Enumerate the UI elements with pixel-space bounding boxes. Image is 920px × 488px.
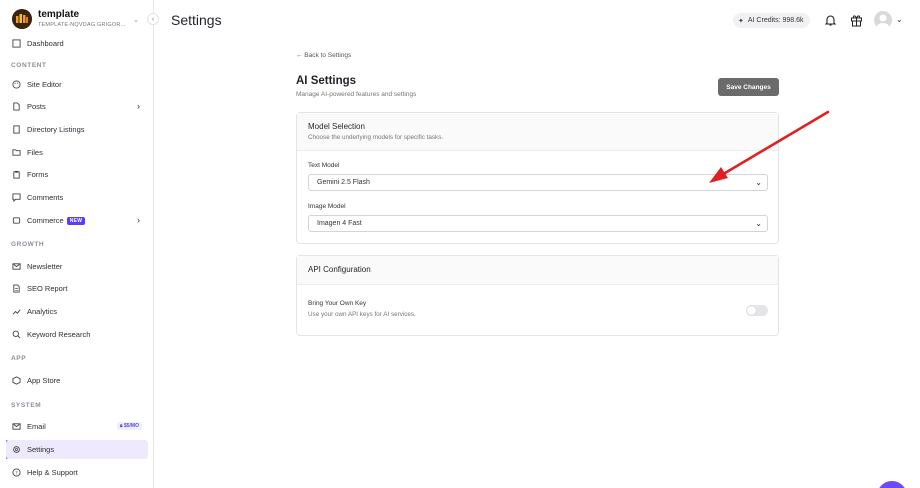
chevron-down-icon: ⌄ xyxy=(755,219,762,228)
sidebar: template TEMPLATE-NQVDAG.GRIGOR... ⌄ Das… xyxy=(0,0,154,488)
collapse-sidebar-button[interactable]: ‹ xyxy=(147,13,159,25)
byok-label: Bring Your Own Key xyxy=(308,300,367,307)
cart-icon xyxy=(12,216,21,225)
sidebar-item-label: Files xyxy=(27,148,43,157)
gift-icon[interactable] xyxy=(849,13,863,27)
book-icon xyxy=(12,125,21,134)
sidebar-item-label: Help & Support xyxy=(27,468,78,477)
sidebar-item-analytics[interactable]: Analytics xyxy=(6,302,148,321)
sidebar-item-label: Analytics xyxy=(27,307,58,316)
sidebar-item-newsletter[interactable]: Newsletter xyxy=(6,257,148,276)
price-badge-label: $5/MO xyxy=(123,423,139,429)
ai-credits-badge[interactable]: ✦ AI Credits: 998.6k xyxy=(733,13,810,28)
workspace-switcher[interactable]: template TEMPLATE-NQVDAG.GRIGOR... xyxy=(0,0,154,38)
chevron-right-icon: › xyxy=(137,101,140,111)
page-title: Settings xyxy=(171,12,222,28)
help-circle-icon: ? xyxy=(12,468,21,477)
price-badge: 🔒︎ $5/MO xyxy=(116,422,142,430)
report-icon xyxy=(12,284,21,293)
mail-icon xyxy=(12,422,21,431)
chevron-down-icon[interactable]: ⌄ xyxy=(896,15,903,24)
text-model-select[interactable]: Gemini 2.5 Flash ⌄ xyxy=(308,174,768,191)
clipboard-icon xyxy=(12,170,21,179)
sidebar-item-label: Comments xyxy=(27,193,64,202)
sidebar-item-label: SEO Report xyxy=(27,284,68,293)
sidebar-item-label: Forms xyxy=(27,170,49,179)
sidebar-item-help-support[interactable]: ? Help & Support xyxy=(6,463,148,482)
mail-icon xyxy=(12,262,21,271)
sidebar-item-settings[interactable]: Settings xyxy=(6,440,148,459)
back-to-settings-link[interactable]: ← Back to Settings xyxy=(296,52,351,59)
byok-toggle[interactable] xyxy=(746,305,768,316)
ai-credits-label: AI Credits: 998.6k xyxy=(747,17,804,24)
card-title: Model Selection xyxy=(308,122,365,131)
toggle-knob xyxy=(747,306,756,315)
chevron-down-icon: ⌄ xyxy=(133,17,139,24)
api-configuration-card: API Configuration Bring Your Own Key Use… xyxy=(296,255,779,336)
section-app: APP xyxy=(11,355,27,362)
gear-icon xyxy=(12,445,21,454)
card-description: Choose the underlying models for specifi… xyxy=(308,134,444,141)
section-title: AI Settings xyxy=(296,75,357,87)
workspace-name: template xyxy=(38,9,80,20)
sidebar-item-email[interactable]: Email 🔒︎ $5/MO xyxy=(6,417,148,436)
sidebar-item-label: Settings xyxy=(27,445,55,454)
card-title: API Configuration xyxy=(308,265,371,274)
save-changes-button[interactable]: Save Changes xyxy=(718,78,779,96)
chat-launcher-button[interactable] xyxy=(877,481,907,488)
magic-wand-icon: ✦ xyxy=(738,17,744,25)
section-content: CONTENT xyxy=(11,62,47,69)
bell-icon[interactable] xyxy=(823,13,837,27)
sidebar-item-site-editor[interactable]: Site Editor xyxy=(6,75,148,94)
sidebar-item-label: Directory Listings xyxy=(27,125,85,134)
chart-line-icon xyxy=(12,307,21,316)
sidebar-item-label: App Store xyxy=(27,376,61,385)
annotation-arrow-icon xyxy=(709,110,830,183)
sidebar-item-files[interactable]: Files xyxy=(6,143,148,162)
folder-icon xyxy=(12,148,21,157)
sidebar-item-label: Dashboard xyxy=(27,39,64,48)
sidebar-item-label: Newsletter xyxy=(27,262,63,271)
text-model-label: Text Model xyxy=(308,162,340,169)
card-header: API Configuration xyxy=(297,256,778,285)
sidebar-item-posts[interactable]: Posts › xyxy=(6,97,148,116)
sidebar-item-comments[interactable]: Comments xyxy=(6,188,148,207)
image-model-label: Image Model xyxy=(308,203,346,210)
workspace-domain: TEMPLATE-NQVDAG.GRIGOR... xyxy=(38,22,126,28)
search-icon xyxy=(12,330,21,339)
sidebar-item-commerce[interactable]: Commerce NEW › xyxy=(6,211,148,230)
sidebar-item-label: Commerce xyxy=(27,216,64,225)
new-badge: NEW xyxy=(66,216,86,225)
box-icon xyxy=(12,376,21,385)
sidebar-item-label: Site Editor xyxy=(27,80,62,89)
chevron-right-icon: › xyxy=(137,215,140,225)
byok-description: Use your own API keys for AI services. xyxy=(308,311,416,318)
sidebar-item-app-store[interactable]: App Store xyxy=(6,371,148,390)
section-growth: GROWTH xyxy=(11,241,45,248)
document-icon xyxy=(12,102,21,111)
section-system: SYSTEM xyxy=(11,402,42,409)
sidebar-item-seo-report[interactable]: SEO Report xyxy=(6,279,148,298)
palette-icon xyxy=(12,80,21,89)
sidebar-item-forms[interactable]: Forms xyxy=(6,165,148,184)
avatar[interactable] xyxy=(874,11,892,29)
brand-logo xyxy=(12,9,32,29)
section-subtitle: Manage AI-powered features and settings xyxy=(296,91,417,98)
sidebar-item-keyword-research[interactable]: Keyword Research xyxy=(6,325,148,344)
chat-bubble-icon xyxy=(12,193,21,202)
sidebar-item-label: Email xyxy=(27,422,46,431)
image-model-select[interactable]: Imagen 4 Fast ⌄ xyxy=(308,215,768,232)
text-model-value: Gemini 2.5 Flash xyxy=(317,179,370,186)
sidebar-item-directory-listings[interactable]: Directory Listings xyxy=(6,120,148,139)
sidebar-item-label: Posts xyxy=(27,102,46,111)
dashboard-icon xyxy=(12,39,21,48)
sidebar-item-label: Keyword Research xyxy=(27,330,91,339)
sidebar-item-dashboard[interactable]: Dashboard xyxy=(6,34,148,53)
image-model-value: Imagen 4 Fast xyxy=(317,220,362,227)
